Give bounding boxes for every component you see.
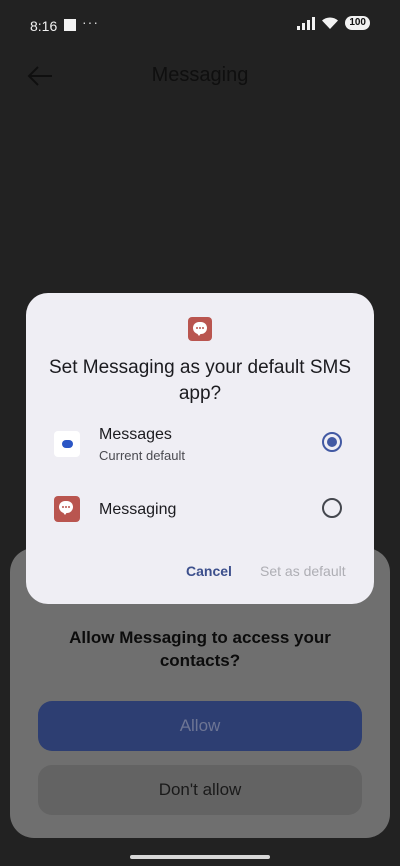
status-icons: 100 [297,16,370,30]
option-label: Messages [99,426,172,443]
notification-square-icon [64,19,76,31]
option-messaging[interactable]: Messaging [26,481,374,537]
dont-allow-button[interactable]: Don't allow [38,765,362,815]
status-bar: 8:16 ··· 100 [0,0,400,52]
option-label: Messaging [99,501,177,518]
battery-icon: 100 [345,16,370,30]
page-title: Messaging [151,64,249,86]
app-header: Messaging [0,52,400,100]
messages-app-icon [54,431,80,457]
set-as-default-button[interactable]: Set as default [260,563,346,579]
permission-title: Allow Messaging to access your contacts? [69,628,331,670]
default-sms-dialog: Set Messaging as your default SMS app? M… [26,293,374,604]
messaging-app-icon [188,317,212,341]
radio-selected[interactable] [322,432,342,452]
wifi-icon [322,17,339,29]
radio-unselected[interactable] [322,498,342,518]
home-indicator[interactable] [130,855,270,859]
dialog-title: Set Messaging as your default SMS app? [48,357,352,404]
signal-icon [297,16,316,30]
messaging-app-icon [54,496,80,522]
option-messages[interactable]: Messages Current default [26,417,374,473]
status-time: 8:16 [30,18,58,34]
option-sublabel: Current default [99,448,185,463]
allow-button[interactable]: Allow [38,701,362,751]
more-notifications-icon: ··· [82,14,99,30]
cancel-button[interactable]: Cancel [186,563,232,579]
